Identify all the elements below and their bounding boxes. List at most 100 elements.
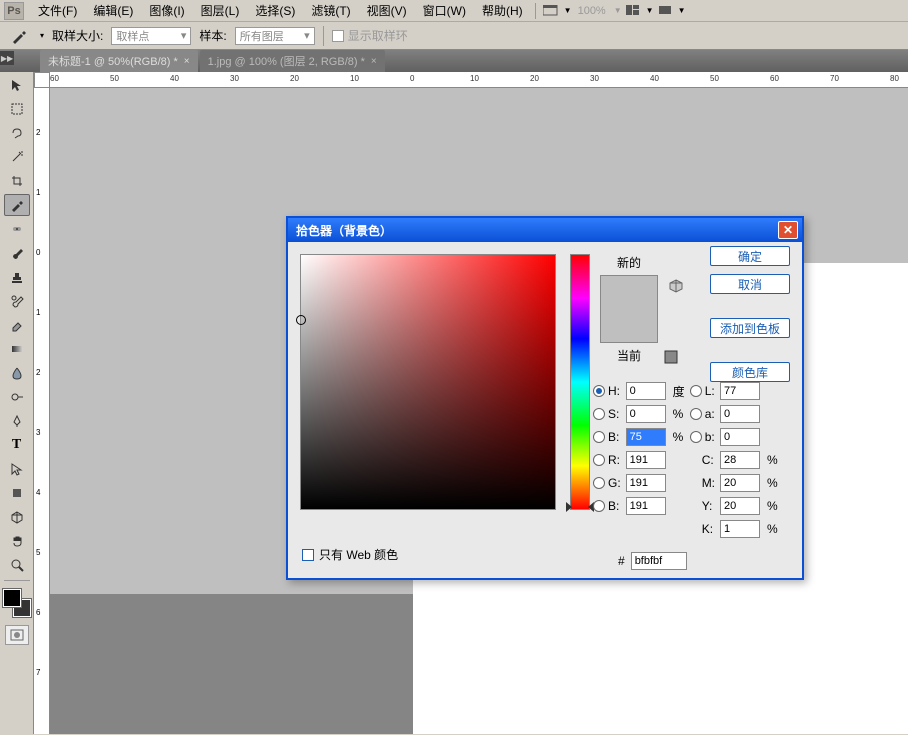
- gradient-tool[interactable]: [4, 338, 30, 360]
- hex-input[interactable]: [631, 552, 687, 570]
- lab-b-radio[interactable]: [690, 431, 702, 443]
- zoom-tool[interactable]: [4, 554, 30, 576]
- arrange-icon[interactable]: [624, 3, 642, 19]
- document-tab[interactable]: 1.jpg @ 100% (图层 2, RGB/8) * ×: [200, 50, 385, 72]
- web-colors-checkbox[interactable]: 只有 Web 颜色: [302, 546, 398, 563]
- r-radio[interactable]: [593, 454, 605, 466]
- chevron-down-icon[interactable]: ▼: [678, 6, 686, 15]
- hue-slider[interactable]: [570, 254, 590, 510]
- screen-mode-icon[interactable]: [542, 3, 560, 19]
- l-radio[interactable]: [690, 385, 702, 397]
- history-brush-tool[interactable]: [4, 290, 30, 312]
- chevron-down-icon[interactable]: ▼: [646, 6, 654, 15]
- cancel-button[interactable]: 取消: [710, 274, 790, 294]
- h-radio[interactable]: [593, 385, 605, 397]
- g-input[interactable]: [626, 474, 666, 492]
- dodge-tool[interactable]: [4, 386, 30, 408]
- canvas-background: [50, 594, 413, 734]
- zoom-level[interactable]: 100%: [578, 5, 606, 17]
- close-icon[interactable]: ×: [184, 56, 190, 67]
- blur-tool[interactable]: [4, 362, 30, 384]
- ruler-origin[interactable]: [34, 72, 50, 88]
- close-icon[interactable]: ×: [371, 56, 377, 67]
- new-label: 新的: [617, 254, 641, 271]
- menu-select[interactable]: 选择(S): [247, 0, 303, 21]
- tab-label: 未标题-1 @ 50%(RGB/8) *: [48, 53, 178, 69]
- show-ring-checkbox[interactable]: 显示取样环: [332, 27, 408, 44]
- foreground-color-swatch[interactable]: [3, 589, 21, 607]
- heal-tool[interactable]: [4, 218, 30, 240]
- rgb-b-input[interactable]: [626, 497, 666, 515]
- chevron-down-icon[interactable]: ▼: [564, 6, 572, 15]
- pen-tool[interactable]: [4, 410, 30, 432]
- k-input[interactable]: [720, 520, 760, 538]
- divider: [4, 580, 30, 581]
- a-input[interactable]: [720, 405, 760, 423]
- brush-tool[interactable]: [4, 242, 30, 264]
- menu-view[interactable]: 视图(V): [359, 0, 415, 21]
- sample-select[interactable]: 所有图层▾: [235, 27, 315, 45]
- brightness-input[interactable]: [626, 428, 666, 446]
- menu-edit[interactable]: 编辑(E): [85, 0, 141, 21]
- vertical-ruler[interactable]: 2 1 0 1 2 3 4 5 6 7: [34, 88, 50, 734]
- eyedropper-tool-icon[interactable]: [8, 25, 30, 47]
- wand-tool[interactable]: [4, 146, 30, 168]
- color-libraries-button[interactable]: 颜色库: [710, 362, 790, 382]
- l-input[interactable]: [720, 382, 760, 400]
- menu-image[interactable]: 图像(I): [141, 0, 192, 21]
- eraser-tool[interactable]: [4, 314, 30, 336]
- dialog-buttons: 确定 取消 添加到色板 颜色库: [710, 246, 790, 382]
- dialog-titlebar[interactable]: 拾色器（背景色） ✕: [288, 218, 802, 242]
- cube-icon[interactable]: [668, 278, 684, 294]
- b-radio[interactable]: [593, 431, 605, 443]
- hue-cursor-left: [566, 502, 572, 512]
- document-tab[interactable]: 未标题-1 @ 50%(RGB/8) * ×: [40, 50, 198, 72]
- marquee-tool[interactable]: [4, 98, 30, 120]
- y-input[interactable]: [720, 497, 760, 515]
- s-input[interactable]: [626, 405, 666, 423]
- menu-window[interactable]: 窗口(W): [415, 0, 474, 21]
- grayscale-icon[interactable]: [664, 350, 678, 364]
- expand-tabs-icon[interactable]: ▶▶: [0, 51, 14, 65]
- sample-label: 样本:: [199, 27, 226, 44]
- close-button[interactable]: ✕: [778, 221, 798, 239]
- horizontal-ruler[interactable]: 60 50 40 30 20 10 0 10 20 30 40 50 60 70…: [50, 72, 908, 88]
- c-input[interactable]: [720, 451, 760, 469]
- move-tool[interactable]: [4, 74, 30, 96]
- a-radio[interactable]: [690, 408, 702, 420]
- chevron-down-icon[interactable]: ▾: [40, 31, 44, 40]
- color-fields: H: 度 L: S: % a: B: % b: R: C: % G:: [593, 382, 778, 538]
- stamp-tool[interactable]: [4, 266, 30, 288]
- s-radio[interactable]: [593, 408, 605, 420]
- path-select-tool[interactable]: [4, 458, 30, 480]
- menu-filter[interactable]: 滤镜(T): [303, 0, 358, 21]
- dialog-body: 新的 当前 确定 取消 添加到色板 颜色库 H: 度 L:: [288, 242, 802, 522]
- shape-tool[interactable]: [4, 482, 30, 504]
- m-input[interactable]: [720, 474, 760, 492]
- menu-layer[interactable]: 图层(L): [193, 0, 248, 21]
- quick-mask-button[interactable]: [5, 625, 29, 645]
- sample-size-select[interactable]: 取样点▾: [111, 27, 191, 45]
- preview-swatch[interactable]: [600, 275, 658, 343]
- crop-tool[interactable]: [4, 170, 30, 192]
- rgb-b-radio[interactable]: [593, 500, 605, 512]
- h-input[interactable]: [626, 382, 666, 400]
- chevron-down-icon[interactable]: ▼: [614, 6, 622, 15]
- color-cursor[interactable]: [296, 315, 306, 325]
- screen-icon[interactable]: [656, 3, 674, 19]
- type-tool[interactable]: T: [4, 434, 30, 456]
- menu-file[interactable]: 文件(F): [30, 0, 85, 21]
- color-field[interactable]: [300, 254, 556, 510]
- hand-tool[interactable]: [4, 530, 30, 552]
- lasso-tool[interactable]: [4, 122, 30, 144]
- new-color-swatch: [601, 276, 657, 309]
- ok-button[interactable]: 确定: [710, 246, 790, 266]
- g-radio[interactable]: [593, 477, 605, 489]
- menu-help[interactable]: 帮助(H): [474, 0, 531, 21]
- eyedropper-tool[interactable]: [4, 194, 30, 216]
- 3d-tool[interactable]: [4, 506, 30, 528]
- color-swatches[interactable]: [3, 589, 31, 617]
- lab-b-input[interactable]: [720, 428, 760, 446]
- add-swatch-button[interactable]: 添加到色板: [710, 318, 790, 338]
- r-input[interactable]: [626, 451, 666, 469]
